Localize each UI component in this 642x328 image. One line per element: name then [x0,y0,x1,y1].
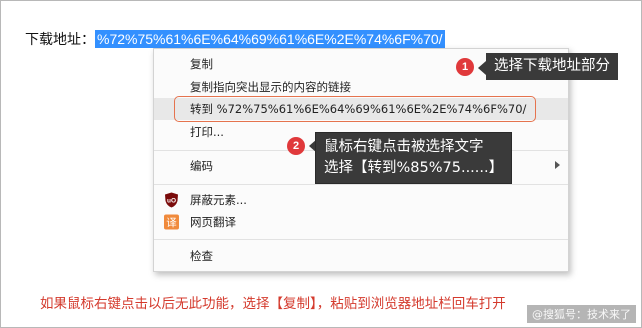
menu-separator [154,184,568,185]
menu-item-label: 复制指向突出显示的内容的链接 [190,80,351,94]
chevron-right-icon [555,161,560,169]
menu-item-label: 网页翻译 [190,215,236,229]
callout-1: 选择下载地址部分 [486,53,618,80]
translate-icon-glyph: 译 [166,217,177,229]
callout-2-line-1: 鼠标右键点击被选择文字 [324,139,484,155]
callout-1-pointer [478,61,486,75]
callout-1-line-1: 选择下载地址部分 [494,58,610,74]
download-address-selected-text[interactable]: %72%75%61%6E%64%69%61%6E%2E%74%6F%70/ [95,30,445,48]
translate-icon: 译 [164,214,179,230]
download-address-label: 下载地址： [25,32,95,48]
menu-item-label: 检查 [190,249,213,263]
menu-item-block-element[interactable]: uO 屏蔽元素... [154,189,568,211]
download-address-row: 下载地址： %72%75%61%6E%64%69%61%6E%2E%74%6F%… [25,29,445,49]
menu-item-label: 复制 [190,57,213,71]
menu-item-inspect[interactable]: 检查 [154,245,568,267]
menu-item-translate[interactable]: 译 网页翻译 [154,211,568,233]
callout-2: 鼠标右键点击被选择文字 选择【转到%85%75......】 [315,132,513,184]
watermark: @搜狐号：技术来了 [527,305,636,323]
fallback-instruction-note: 如果鼠标右键点击以后无此功能，选择【复制】，粘贴到浏览器地址栏回车打开 [40,296,506,312]
menu-item-label: 屏蔽元素... [190,193,247,207]
ublock-icon-text: uO [167,198,176,205]
go-to-highlight-outline [174,96,536,122]
ublock-shield-icon: uO [165,192,178,208]
menu-item-label: 编码 [190,159,213,173]
step-badge-1: 1 [456,58,474,76]
callout-2-line-2: 选择【转到%85%75......】 [324,160,504,176]
menu-item-label: 打印... [190,125,224,139]
menu-separator [154,239,568,240]
step-badge-2: 2 [287,137,305,155]
